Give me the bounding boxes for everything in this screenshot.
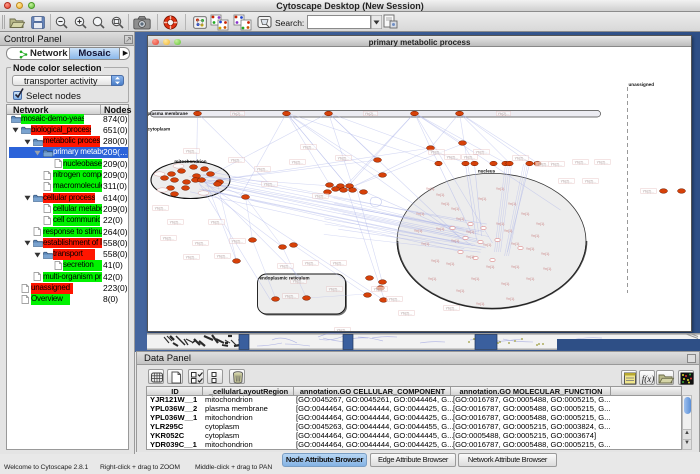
svg-text:Yn(1).: Yn(1). (506, 297, 515, 301)
svg-text:Yb(2)...: Yb(2)... (365, 112, 377, 116)
svg-text:Yn(1).: Yn(1). (431, 259, 440, 263)
svg-text:Yn(1).: Yn(1). (501, 282, 510, 286)
svg-text:Yn(1).: Yn(1). (471, 277, 480, 281)
svg-text:Yb(2)...: Yb(2)... (389, 297, 401, 301)
svg-text:cytoplasm: cytoplasm (148, 127, 170, 132)
svg-text:Yb(2)...: Yb(2)... (561, 179, 573, 183)
svg-text:Yb(2)...: Yb(2)... (257, 167, 269, 171)
svg-text:Yb(2)...: Yb(2)... (211, 220, 223, 224)
svg-text:Yb(2)...: Yb(2)... (303, 145, 315, 149)
svg-text:Yn(1).: Yn(1). (426, 187, 435, 191)
svg-text:Yb(2)...: Yb(2)... (232, 112, 244, 116)
svg-text:Yb(2)...: Yb(2)... (597, 160, 609, 164)
svg-text:Yn(1).: Yn(1). (451, 207, 460, 211)
svg-text:Yn(1).: Yn(1). (436, 193, 445, 197)
svg-text:Yn(1).: Yn(1). (446, 262, 455, 266)
svg-text:Yb(2)...: Yb(2)... (498, 112, 510, 116)
svg-text:Yn(1).: Yn(1). (496, 222, 505, 226)
svg-text:Yb(2)...: Yb(2)... (285, 294, 297, 298)
svg-text:Yn(1).: Yn(1). (526, 247, 535, 251)
svg-text:Yn(1).: Yn(1). (541, 252, 550, 256)
svg-text:Yb(2)...: Yb(2)... (538, 162, 550, 166)
svg-text:Yb(2)...: Yb(2)... (464, 155, 476, 159)
svg-text:Yb(2)...: Yb(2)... (280, 264, 292, 268)
svg-text:Yn(1).: Yn(1). (536, 222, 545, 226)
svg-text:Yb(2)...: Yb(2)... (551, 162, 563, 166)
svg-text:Yn(1).: Yn(1). (483, 243, 492, 247)
svg-text:Yb(2)...: Yb(2)... (515, 156, 527, 160)
svg-text:Yn(1).: Yn(1). (478, 197, 487, 201)
svg-text:plasma membrane: plasma membrane (148, 111, 188, 116)
svg-text:Yn(1).: Yn(1). (496, 187, 505, 191)
svg-text:Yn(1).: Yn(1). (466, 230, 475, 234)
svg-text:Yn(1).: Yn(1). (421, 242, 430, 246)
svg-text:Yn(1).: Yn(1). (476, 302, 485, 306)
svg-text:Yn(1).: Yn(1). (466, 255, 475, 259)
svg-text:Yb(2)...: Yb(2)... (329, 287, 341, 291)
svg-text:Yb(2)...: Yb(2)... (338, 156, 350, 160)
svg-text:Yb(2)...: Yb(2)... (337, 328, 349, 331)
svg-text:Yn(1).: Yn(1). (521, 212, 530, 216)
svg-text:Yb(2)...: Yb(2)... (305, 261, 317, 265)
svg-text:Yb(2)...: Yb(2)... (447, 155, 459, 159)
svg-text:Yb(2)...: Yb(2)... (264, 182, 276, 186)
svg-text:Yb(2)...: Yb(2)... (195, 241, 207, 245)
svg-text:Yb(2)...: Yb(2)... (217, 254, 229, 258)
svg-text:Yb(2)...: Yb(2)... (186, 255, 198, 259)
svg-text:unassigned: unassigned (629, 82, 655, 87)
svg-text:Yn(1).: Yn(1). (451, 239, 460, 243)
svg-text:Yb(2)...: Yb(2)... (232, 239, 244, 243)
svg-text:Yb(2)...: Yb(2)... (186, 149, 198, 153)
svg-text:Yb(2)...: Yb(2)... (315, 194, 327, 198)
svg-text:Yn(1).: Yn(1). (456, 217, 465, 221)
svg-text:endoplasmic reticulum: endoplasmic reticulum (260, 276, 310, 281)
svg-text:Yb(2)...: Yb(2)... (643, 189, 655, 193)
svg-text:Yn(1).: Yn(1). (511, 242, 520, 246)
svg-text:mitochondrion: mitochondrion (174, 159, 206, 164)
svg-text:Yb(2)...: Yb(2)... (476, 150, 488, 154)
svg-text:Yb(2)...: Yb(2)... (333, 261, 345, 265)
svg-text:Yn(1).: Yn(1). (504, 229, 513, 233)
svg-text:Yn(1).: Yn(1). (428, 277, 437, 281)
svg-text:Yn(1).: Yn(1). (436, 227, 445, 231)
svg-text:Yb(2)...: Yb(2)... (163, 236, 175, 240)
svg-text:Yb(2)...: Yb(2)... (170, 220, 182, 224)
svg-text:Yn(1).: Yn(1). (416, 212, 425, 216)
svg-text:Yn(1).: Yn(1). (441, 202, 450, 206)
svg-text:Yb(2)...: Yb(2)... (401, 311, 413, 315)
svg-text:nucleus: nucleus (478, 169, 496, 174)
svg-text:Yb(2)...: Yb(2)... (431, 150, 443, 154)
svg-text:Yn(1).: Yn(1). (526, 277, 535, 281)
svg-text:Yn(1).: Yn(1). (543, 267, 552, 271)
svg-text:Yb(2)...: Yb(2)... (585, 179, 597, 183)
svg-text:Yb(2)...: Yb(2)... (231, 158, 243, 162)
svg-text:Yb(2)...: Yb(2)... (292, 160, 304, 164)
svg-text:Yb(2)...: Yb(2)... (575, 160, 587, 164)
svg-text:Yn(1).: Yn(1). (414, 229, 423, 233)
svg-text:Yn(1).: Yn(1). (508, 202, 517, 206)
svg-text:Yb(2)...: Yb(2)... (155, 206, 167, 210)
svg-text:Yb(2)...: Yb(2)... (446, 306, 458, 310)
svg-text:Yn(1).: Yn(1). (456, 289, 465, 293)
svg-text:f(x): f(x) (642, 374, 655, 384)
svg-text:Yn(1).: Yn(1). (486, 265, 495, 269)
svg-text:Yn(1).: Yn(1). (511, 265, 520, 269)
svg-text:Yb(2)...: Yb(2)... (374, 287, 386, 291)
svg-text:Yn(1).: Yn(1). (531, 234, 540, 238)
